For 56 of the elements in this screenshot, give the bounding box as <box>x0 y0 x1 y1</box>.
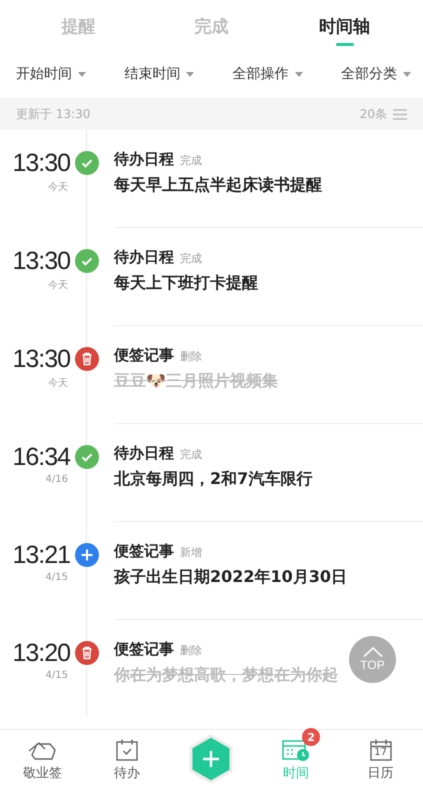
item-count: 20条 <box>360 106 387 122</box>
trash-icon <box>75 347 99 371</box>
add-button[interactable] <box>189 735 234 783</box>
caret-icon <box>78 72 86 76</box>
entry-action: 完成 <box>180 153 202 168</box>
entry-action: 删除 <box>180 349 202 364</box>
entry-date: 今天 <box>48 279 68 292</box>
entry-time: 13:30 <box>12 344 70 374</box>
entry-time: 13:30 <box>12 246 70 276</box>
check-icon <box>75 445 99 469</box>
entry-category: 便签记事 <box>114 346 174 365</box>
check-icon <box>75 249 99 273</box>
nav-tab[interactable]: 2 时间 <box>254 730 338 788</box>
entry-time: 13:30 <box>12 148 70 178</box>
entry-date: 4/15 <box>46 572 68 583</box>
entry-time: 13:20 <box>12 638 70 668</box>
calendar-check-icon <box>114 738 139 762</box>
tab[interactable]: 时间轴 <box>278 0 411 52</box>
entry-content[interactable]: 孩子出生日期2022年10月30日 <box>114 567 348 588</box>
entry-category: 便签记事 <box>114 640 174 659</box>
filter-dropdown[interactable]: 全部分类 <box>340 61 411 87</box>
entry-category: 待办日程 <box>114 444 174 463</box>
nav-tab[interactable]: 待办 <box>84 730 170 788</box>
entry-content[interactable]: 北京每周四，2和7汽车限行 <box>114 469 312 490</box>
nav-tab[interactable]: 17 日历 <box>338 730 423 788</box>
entry-action: 完成 <box>180 251 202 266</box>
menu-icon[interactable] <box>393 108 407 120</box>
count-badge: 2 <box>302 728 320 746</box>
caret-icon <box>294 72 303 76</box>
entry-date: 4/16 <box>46 474 68 485</box>
nav-tab[interactable]: 敬业签 <box>0 730 85 788</box>
entry-date: 4/15 <box>46 670 68 681</box>
caret-icon <box>402 72 411 76</box>
entry-action: 新增 <box>180 545 202 560</box>
entry-category: 待办日程 <box>114 150 174 169</box>
entry-time: 13:21 <box>12 540 70 570</box>
check-icon <box>75 151 99 175</box>
filter-dropdown[interactable]: 结束时间 <box>124 61 194 87</box>
update-time: 更新于 13:30 <box>16 106 90 122</box>
calendar-day: 17 <box>368 747 393 759</box>
plus-icon <box>75 543 99 567</box>
trash-icon <box>75 641 99 665</box>
entry-content[interactable]: 每天早上五点半起床读书提醒 <box>114 175 322 196</box>
entry-category: 待办日程 <box>114 248 174 267</box>
entry-time: 16:34 <box>12 442 70 472</box>
entry-content[interactable]: 每天上下班打卡提醒 <box>114 273 258 294</box>
entry-category: 便签记事 <box>114 542 174 561</box>
caret-icon <box>186 72 194 76</box>
entry-date: 今天 <box>48 377 68 390</box>
filter-dropdown[interactable]: 全部操作 <box>232 61 303 87</box>
entry-date: 今天 <box>48 181 68 194</box>
entry-action: 删除 <box>180 643 202 658</box>
filter-dropdown[interactable]: 开始时间 <box>16 61 86 87</box>
calendar-icon <box>368 738 393 762</box>
chevron-up-icon <box>362 647 382 657</box>
entry-action: 完成 <box>180 447 202 462</box>
